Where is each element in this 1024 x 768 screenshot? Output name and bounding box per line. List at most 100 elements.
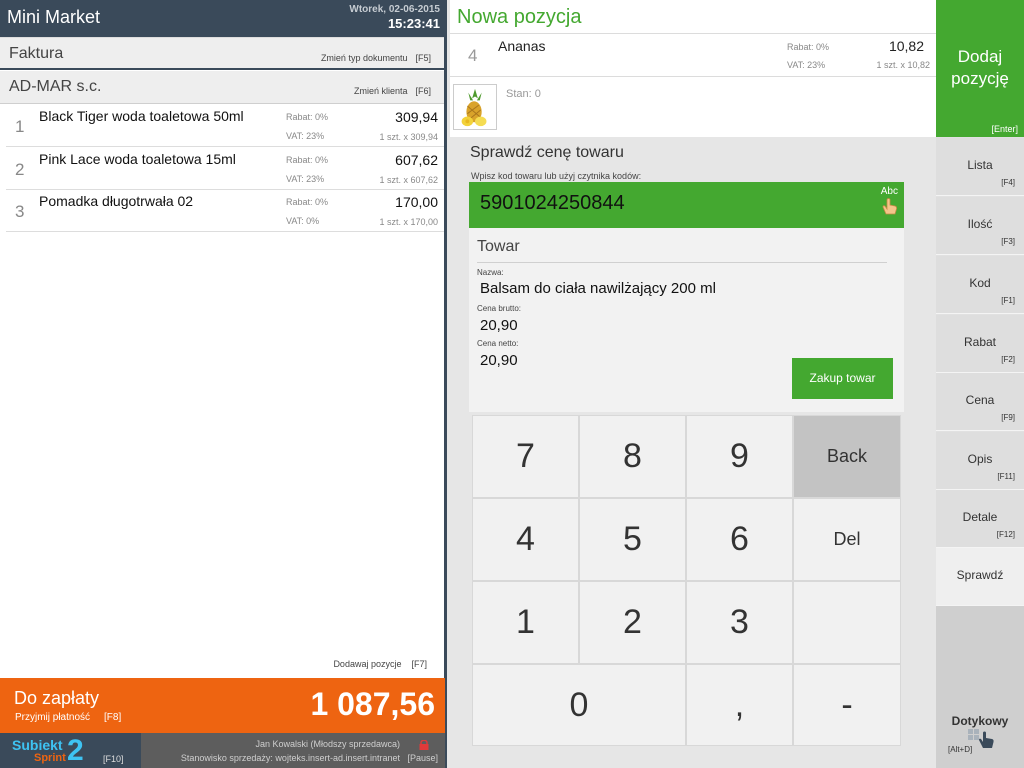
backspace-key[interactable]: Back — [793, 415, 901, 498]
check-price-hint: Wpisz kod towaru lub użyj czytnika kodów… — [471, 171, 642, 181]
key-1[interactable]: 1 — [472, 581, 579, 664]
user-name: Jan Kowalski (Młodszy sprzedawca) — [255, 739, 400, 749]
logo-key: [F10] — [103, 754, 124, 764]
item-vat: VAT: 23% — [286, 174, 325, 184]
key-7[interactable]: 7 — [472, 415, 579, 498]
payment-total: 1 087,56 — [310, 686, 435, 722]
comma-key[interactable]: , — [686, 664, 793, 746]
list-label: Lista — [967, 158, 993, 172]
receipt-panel: Mini Market Wtorek, 02-06-2015 15:23:41 … — [0, 0, 447, 768]
new-item-vat: VAT: 23% — [787, 60, 826, 70]
item-price: 309,94 — [395, 109, 438, 125]
change-document-type-button[interactable]: Zmień typ dokumentu [F5] — [321, 53, 431, 63]
details-label: Detale — [962, 510, 998, 524]
accept-payment-button[interactable]: Przyjmij płatność [F8] — [15, 712, 121, 723]
details-button[interactable]: Detale [F12] — [936, 490, 1024, 548]
product-heading: Towar — [477, 238, 520, 255]
price-key: [F9] — [1001, 413, 1015, 422]
key-4[interactable]: 4 — [472, 498, 579, 581]
item-name: Pink Lace woda toaletowa 15ml — [39, 151, 236, 167]
accept-payment-label: Przyjmij płatność — [15, 712, 91, 723]
check-label: Sprawdź — [956, 568, 1004, 582]
time-label: 15:23:41 — [387, 16, 440, 31]
details-key: [F12] — [996, 530, 1015, 539]
net-price-label: Cena netto: — [477, 339, 519, 348]
quantity-button[interactable]: Ilość [F3] — [936, 197, 1024, 255]
item-discount: Rabat: 0% — [286, 197, 329, 207]
check-button[interactable]: Sprawdź — [936, 548, 1024, 606]
touch-mode-button[interactable]: Dotykowy [Alt+D] — [936, 606, 1024, 768]
receipt-item[interactable]: 1 Black Tiger woda toaletowa 50ml Rabat:… — [6, 105, 444, 147]
new-item-quantity: 1 szt. x 10,82 — [876, 60, 930, 70]
app-logo-button[interactable]: Subiekt Sprint 2 [F10] — [0, 733, 141, 768]
item-number: 1 — [15, 117, 25, 136]
new-item-discount: Rabat: 0% — [787, 42, 830, 52]
change-client-label: Zmień klienta — [353, 86, 408, 96]
item-discount: Rabat: 0% — [286, 155, 329, 165]
key-8[interactable]: 8 — [579, 415, 686, 498]
logo-subiekt: Subiekt — [12, 737, 63, 753]
station-name: Stanowisko sprzedaży: wojteks.insert-ad.… — [180, 753, 400, 763]
item-discount: Rabat: 0% — [286, 112, 329, 122]
item-number: 2 — [15, 160, 25, 179]
pineapple-image — [453, 84, 497, 130]
add-position-button[interactable]: Dodaj pozycję [Enter] — [936, 0, 1024, 137]
stock-level: Stan: 0 — [506, 88, 541, 100]
item-quantity: 1 szt. x 170,00 — [379, 217, 438, 227]
client-name: AD-MAR s.c. — [9, 78, 102, 95]
price-button[interactable]: Cena [F9] — [936, 373, 1024, 431]
payment-bar[interactable]: Do zapłaty Przyjmij płatność [F8] 1 087,5… — [0, 678, 445, 733]
price-label: Cena — [965, 393, 995, 407]
check-price-title: Sprawdź cenę towaru — [470, 144, 624, 161]
divider — [477, 262, 887, 263]
document-type-row[interactable]: Faktura Zmień typ dokumentu [F5] — [0, 37, 444, 70]
key-3[interactable]: 3 — [686, 581, 793, 664]
description-key: [F11] — [997, 472, 1015, 481]
key-0[interactable]: 0 — [472, 664, 686, 746]
product-name: Balsam do ciała nawilżający 200 ml — [480, 280, 716, 297]
add-positions-button[interactable]: Dodawaj pozycje [F7] — [333, 659, 427, 669]
pause-key: [Pause] — [407, 753, 438, 763]
discount-button[interactable]: Rabat [F2] — [936, 315, 1024, 373]
touch-keyboard-icon[interactable] — [879, 196, 899, 216]
code-button[interactable]: Kod [F1] — [936, 256, 1024, 314]
item-quantity: 1 szt. x 309,94 — [379, 132, 438, 142]
item-price: 607,62 — [395, 152, 438, 168]
delete-key[interactable]: Del — [793, 498, 901, 581]
quantity-key: [F3] — [1001, 237, 1015, 246]
add-positions-label: Dodawaj pozycje — [333, 659, 402, 669]
product-name-label: Nazwa: — [477, 268, 504, 277]
key-2[interactable]: 2 — [579, 581, 686, 664]
buy-product-button[interactable]: Zakup towar — [792, 358, 893, 399]
logo-number: 2 — [67, 734, 84, 767]
key-6[interactable]: 6 — [686, 498, 793, 581]
new-position-panel: Nowa pozycja 4 Ananas Rabat: 0% VAT: 23%… — [450, 0, 936, 137]
change-document-type-label: Zmień typ dokumentu — [320, 53, 408, 63]
code-key: [F1] — [1001, 296, 1015, 305]
item-quantity: 1 szt. x 607,62 — [379, 175, 438, 185]
receipt-item[interactable]: 2 Pink Lace woda toaletowa 15ml Rabat: 0… — [6, 148, 444, 190]
item-price: 170,00 — [395, 194, 438, 210]
receipt-item[interactable]: 3 Pomadka długotrwała 02 Rabat: 0% VAT: … — [6, 190, 444, 232]
key-5[interactable]: 5 — [579, 498, 686, 581]
item-number: 3 — [15, 202, 25, 221]
minus-key[interactable]: - — [793, 664, 901, 746]
change-client-button[interactable]: Zmień klienta [F6] — [354, 86, 431, 96]
discount-key: [F2] — [1001, 355, 1015, 364]
touch-mode-label: Dotykowy — [951, 714, 1009, 728]
key-9[interactable]: 9 — [686, 415, 793, 498]
list-button[interactable]: Lista [F4] — [936, 138, 1024, 196]
touch-mode-key: [Alt+D] — [948, 745, 973, 754]
product-code-input[interactable]: 5901024250844 Abc — [469, 182, 904, 228]
change-client-key: [F6] — [415, 86, 431, 96]
item-name: Pomadka długotrwała 02 — [39, 193, 194, 209]
description-label: Opis — [967, 452, 993, 466]
gross-price: 20,90 — [480, 317, 518, 334]
new-item-price: 10,82 — [888, 38, 924, 54]
description-button[interactable]: Opis [F11] — [936, 432, 1024, 490]
lock-icon[interactable] — [418, 740, 430, 750]
quantity-label: Ilość — [967, 217, 993, 231]
list-key: [F4] — [1001, 178, 1015, 187]
new-position-title: Nowa pozycja — [457, 6, 582, 28]
client-row[interactable]: AD-MAR s.c. Zmień klienta [F6] — [0, 71, 444, 104]
